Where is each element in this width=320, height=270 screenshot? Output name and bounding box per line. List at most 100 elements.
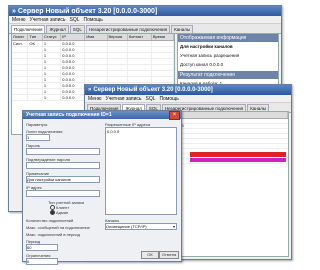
table-cell <box>108 47 128 52</box>
main-menubar: Меню Учетная запись SQL Помощь <box>9 16 281 24</box>
menu-item[interactable]: Помощь <box>84 17 103 23</box>
max-per-period-label: Макс. подключений в период <box>26 232 80 237</box>
password-field[interactable] <box>26 148 100 155</box>
table-cell <box>85 47 108 52</box>
table-cell <box>152 77 174 82</box>
table-cell: 0.0.0.0 <box>61 53 86 58</box>
table-cell <box>85 71 108 76</box>
chevron-down-icon: ▾ <box>172 224 175 229</box>
tab-channels[interactable]: Каналы <box>171 25 194 33</box>
menu-item[interactable]: SQL <box>146 96 156 102</box>
column-header[interactable]: Версия <box>108 34 128 40</box>
period-field[interactable]: 60 <box>26 244 58 251</box>
table-cell: Сист. <box>12 41 29 46</box>
password-confirm-field[interactable] <box>26 162 100 169</box>
menu-item[interactable]: Учетная запись <box>106 96 142 102</box>
main-window-titlebar[interactable]: » Сервер Новый объект 3.20 [0.0.0.0-3000… <box>9 6 281 16</box>
table-cell: 0.0.0.0 <box>61 77 86 82</box>
ip-field[interactable] <box>26 190 100 197</box>
table-cell: 1 <box>43 47 62 52</box>
table-cell: 1 <box>43 65 62 70</box>
info-panel-header: Отображаемая информация <box>178 34 278 42</box>
column-header[interactable]: Логин <box>12 34 29 40</box>
account-dialog: Учетная запись подключения ID=1 × Параме… <box>22 110 182 265</box>
table-cell <box>28 59 43 64</box>
tab-unregistered[interactable]: Незарегистрированные подключения <box>85 25 171 33</box>
info-line: Учетная запись разрешения <box>180 53 240 58</box>
log-menubar: Меню Учетная запись SQL Помощь <box>85 95 291 103</box>
menu-item[interactable]: Учетная запись <box>30 17 66 23</box>
table-cell <box>28 71 43 76</box>
menu-item[interactable]: SQL <box>70 17 80 23</box>
table-cell <box>28 65 43 70</box>
table-cell <box>108 53 128 58</box>
table-cell <box>28 95 43 100</box>
table-cell <box>152 53 174 58</box>
table-cell: OK <box>28 41 43 46</box>
table-cell <box>152 65 174 70</box>
column-header[interactable]: Контакт <box>128 34 152 40</box>
log-window-titlebar[interactable]: » Сервер Новый объект 3.20 [0.0.0.0-3000… <box>85 85 291 95</box>
table-cell: 1 <box>43 71 62 76</box>
table-cell <box>108 77 128 82</box>
close-icon[interactable]: × <box>169 111 180 120</box>
table-cell <box>28 89 43 94</box>
table-cell: 1 <box>43 77 62 82</box>
table-cell <box>12 53 29 58</box>
section-label: Параметры <box>26 122 48 127</box>
info-line: Для настройки каналов <box>180 44 233 49</box>
dialog-titlebar[interactable]: Учетная запись подключения ID=1 <box>23 111 181 119</box>
table-cell <box>128 41 152 46</box>
table-cell <box>85 65 108 70</box>
table-cell <box>128 71 152 76</box>
table-cell <box>12 65 29 70</box>
menu-item[interactable]: Меню <box>12 17 26 23</box>
table-cell <box>28 47 43 52</box>
channel-value: Оповещение (TCP/IP) <box>106 224 147 229</box>
dialog-right-column: Разрешенные IP адреса 0.0.0.0 Каналы Опо… <box>105 122 177 230</box>
tab-sql[interactable]: SQL <box>69 25 85 33</box>
table-cell: 1 <box>43 83 62 88</box>
max-connections-label: Количество подключений <box>26 218 74 223</box>
table-cell: 1 <box>43 89 62 94</box>
ok-button[interactable]: ОК <box>141 251 159 259</box>
table-cell: 1 <box>43 95 62 100</box>
table-cell <box>12 89 29 94</box>
table-cell <box>108 41 128 46</box>
allowed-ip-list[interactable]: 0.0.0.0 <box>105 127 177 215</box>
menu-item[interactable]: Меню <box>88 96 102 102</box>
tab-connections[interactable]: Подключения <box>11 25 46 33</box>
login-field[interactable]: 1 <box>26 134 50 141</box>
column-header[interactable]: Статус <box>43 34 62 40</box>
comment-field[interactable]: Для настройки каналов <box>26 176 100 183</box>
table-cell <box>152 47 174 52</box>
login-label: Логин подключения <box>26 129 63 134</box>
table-cell <box>85 53 108 58</box>
table-cell <box>12 83 29 88</box>
table-cell <box>12 77 29 82</box>
table-cell: 0.0.0.0 <box>61 95 86 100</box>
table-cell: 0.0.0.0 <box>61 71 86 76</box>
table-cell <box>152 41 174 46</box>
table-cell <box>12 71 29 76</box>
column-header[interactable]: Время <box>152 34 174 40</box>
table-cell <box>28 53 43 58</box>
tab-journal[interactable]: Журнал <box>46 25 69 33</box>
table-cell <box>128 77 152 82</box>
info-line: Доступ канал 0.0.0.0 <box>180 62 224 67</box>
table-cell: 0.0.0.0 <box>61 89 86 94</box>
column-header[interactable]: IP <box>61 34 86 40</box>
table-cell <box>128 53 152 58</box>
column-header[interactable]: Тип <box>28 34 43 40</box>
log-window-title: Сервер Новый объект 3.20 [0.0.0.0-3000] <box>93 87 213 93</box>
event-highlight-magenta <box>190 158 286 162</box>
channel-select[interactable]: Оповещение (TCP/IP) ▾ <box>105 223 177 230</box>
table-cell <box>28 83 43 88</box>
table-cell <box>128 65 152 70</box>
cancel-button[interactable]: Отмена <box>159 251 179 259</box>
column-header[interactable]: Имя <box>85 34 108 40</box>
limits-field[interactable]: 0 <box>26 258 58 265</box>
list-item[interactable]: 0.0.0.0 <box>107 129 119 134</box>
radio-admin[interactable]: Админ <box>26 210 100 215</box>
menu-item[interactable]: Помощь <box>160 96 179 102</box>
